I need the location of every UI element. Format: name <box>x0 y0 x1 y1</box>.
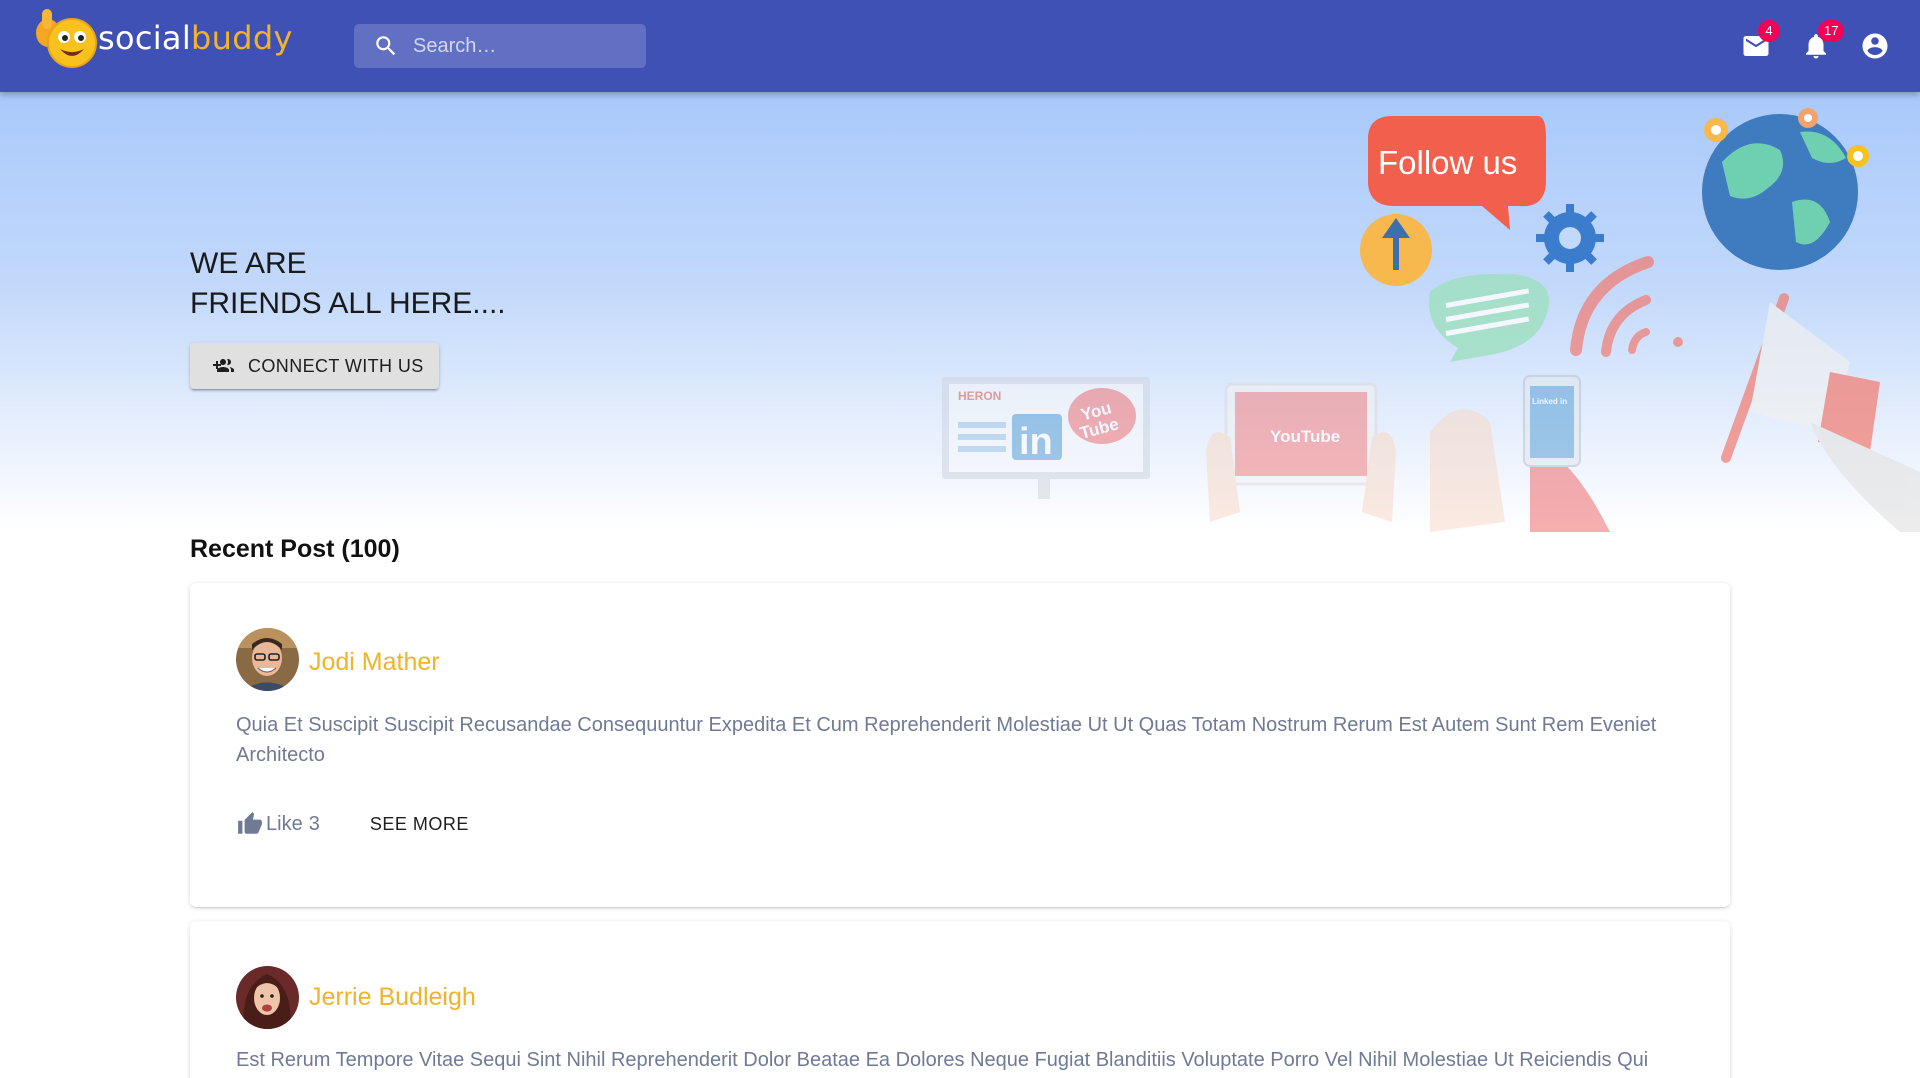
post-actions: Like 3 SEE MORE <box>236 809 469 839</box>
social-media-illustration: HERON in You Tube YouTube Linked in Foll… <box>942 108 1920 532</box>
post-body: Est Rerum Tempore Vitae Sequi Sint Nihil… <box>236 1049 1649 1071</box>
hero-title: WE ARE FRIENDS ALL HERE.... <box>190 244 506 324</box>
follow-us-bubble: Follow us <box>1368 116 1546 230</box>
app-bar: socialbuddy 4 17 <box>0 0 1920 92</box>
recent-posts-title: Recent Post (100) <box>190 535 400 563</box>
connect-button-label: CONNECT WITH US <box>248 355 424 376</box>
monitor-brand: HERON <box>958 389 1001 403</box>
like-button[interactable]: Like 3 <box>236 811 320 837</box>
group-add-icon <box>213 359 234 372</box>
phone-logo: Linked in <box>1532 397 1567 406</box>
hero-title-line2: FRIENDS ALL HERE.... <box>190 287 506 320</box>
avatar-photo <box>236 966 299 1029</box>
post-body: Quia Et Suscipit Suscipit Recusandae Con… <box>236 714 1657 766</box>
phone-illustration: Linked in <box>1430 375 1610 532</box>
gear-icon <box>1536 204 1604 272</box>
like-count: 3 <box>308 812 320 835</box>
mail-badge: 4 <box>1758 20 1780 42</box>
account-button[interactable] <box>1853 24 1897 68</box>
tablet-illustration: YouTube <box>1206 382 1396 522</box>
brand-name: socialbuddy <box>98 19 293 57</box>
mail-button[interactable]: 4 <box>1734 20 1780 68</box>
chat-bubble-icon <box>1429 273 1550 362</box>
search-icon <box>376 36 396 56</box>
account-circle-icon <box>1862 33 1888 59</box>
post-card: Jodi Mather Quia Et Suscipit Suscipit Re… <box>190 583 1730 907</box>
tablet-logo: YouTube <box>1270 427 1340 446</box>
smiley-logo-icon <box>36 9 97 68</box>
monitor-illustration: HERON in You Tube <box>942 377 1150 499</box>
notifications-badge: 17 <box>1818 20 1845 42</box>
avatar[interactable] <box>236 966 299 1029</box>
thumb-up-icon <box>238 812 262 834</box>
hero-title-line1: WE ARE <box>190 247 307 280</box>
globe-icon <box>1702 108 1869 270</box>
search-input[interactable] <box>413 34 633 58</box>
wifi-signal-icon <box>1570 256 1683 357</box>
avatar[interactable] <box>236 628 299 691</box>
see-more-button[interactable]: SEE MORE <box>370 814 469 835</box>
hero-banner: HERON in You Tube YouTube Linked in Foll… <box>0 92 1920 532</box>
follow-us-text: Follow us <box>1378 144 1517 181</box>
notifications-button[interactable]: 17 <box>1794 20 1845 68</box>
svg-text:in: in <box>1019 421 1053 463</box>
post-author[interactable]: Jerrie Budleigh <box>309 983 476 1012</box>
brand-logo-link[interactable]: socialbuddy <box>28 5 293 71</box>
like-label: Like <box>266 812 303 835</box>
post-author[interactable]: Jodi Mather <box>309 648 440 677</box>
avatar-photo <box>236 628 299 691</box>
connect-with-us-button[interactable]: CONNECT WITH US <box>190 343 439 389</box>
post-card: Jerrie Budleigh Est Rerum Tempore Vitae … <box>190 921 1730 1078</box>
search-box[interactable] <box>354 24 646 68</box>
megaphone-illustration <box>1720 293 1920 532</box>
arrow-up-icon <box>1360 214 1432 286</box>
